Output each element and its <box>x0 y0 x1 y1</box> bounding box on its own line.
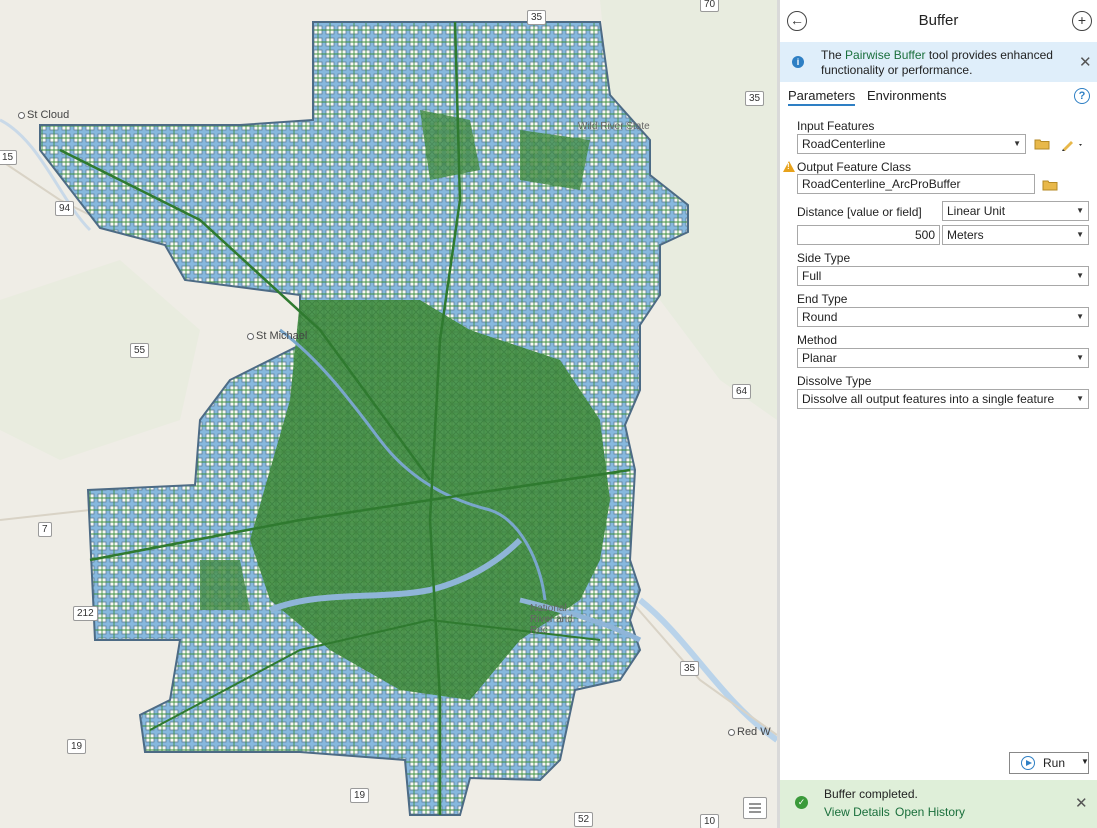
input-features-select[interactable]: RoadCenterline ▼ <box>797 134 1026 154</box>
park-label: Wild River State <box>578 121 650 132</box>
pairwise-buffer-link[interactable]: Pairwise Buffer <box>845 48 925 62</box>
chevron-down-icon: ▼ <box>1076 206 1084 215</box>
map-canvas[interactable] <box>0 0 777 828</box>
status-banner: ✓ Buffer completed. View Details Open Hi… <box>780 780 1097 828</box>
chevron-down-icon: ▼ <box>1076 230 1084 239</box>
highway-shield: 64 <box>732 384 752 399</box>
folder-icon[interactable] <box>1034 138 1050 150</box>
view-details-link[interactable]: View Details <box>824 805 890 819</box>
end-type-label: End Type <box>797 292 848 306</box>
info-icon: i <box>792 56 804 68</box>
distance-label: Distance [value or field] <box>797 205 922 219</box>
dissolve-type-label: Dissolve Type <box>797 374 872 388</box>
close-icon[interactable]: ✕ <box>1075 794 1088 812</box>
tool-title: Buffer <box>918 12 959 29</box>
highway-shield: 7 <box>38 522 52 537</box>
checkmark-icon: ✓ <box>795 796 808 809</box>
status-message: Buffer completed. <box>824 787 918 801</box>
pane-header: ← Buffer + <box>780 0 1097 42</box>
highway-shield: 212 <box>73 606 98 621</box>
folder-icon[interactable] <box>1042 179 1058 191</box>
info-banner: i The Pairwise Buffer tool provides enha… <box>780 42 1097 82</box>
chevron-down-icon: ▼ <box>1013 139 1021 148</box>
tab-bar: Parameters Environments ? <box>780 86 1097 108</box>
highway-shield: 94 <box>55 201 75 216</box>
highway-shield: 10 <box>700 814 720 828</box>
highway-shield: 52 <box>574 812 594 827</box>
chevron-down-icon: ▼ <box>1076 271 1084 280</box>
highway-shield: 19 <box>67 739 87 754</box>
highway-shield: 35 <box>745 91 765 106</box>
map-view[interactable]: St Cloud St Michael Red W Wild River Sta… <box>0 0 777 828</box>
geoprocessing-pane: ← Buffer + i The Pairwise Buffer tool pr… <box>780 0 1097 828</box>
tab-environments[interactable]: Environments <box>867 88 946 103</box>
town-label: St Cloud <box>18 109 69 121</box>
highway-shield: 35 <box>527 10 547 25</box>
chevron-down-icon: ▼ <box>1076 312 1084 321</box>
map-legend-icon[interactable] <box>743 797 767 819</box>
distance-mode-select[interactable]: Linear Unit ▼ <box>942 201 1089 221</box>
highway-shield: 70 <box>700 0 720 12</box>
chevron-down-icon: ▼ <box>1076 353 1084 362</box>
highway-shield: 19 <box>350 788 370 803</box>
town-label: Red W <box>728 726 771 738</box>
town-label: St Michael <box>247 330 307 342</box>
input-features-label: Input Features <box>797 119 875 133</box>
method-label: Method <box>797 333 838 347</box>
method-select[interactable]: Planar ▼ <box>797 348 1089 368</box>
run-button[interactable]: Run ▼ <box>1009 752 1089 774</box>
output-class-label: Output Feature Class <box>797 160 912 174</box>
distance-value-field[interactable]: 500 <box>797 225 940 245</box>
warning-icon: ! <box>783 161 795 172</box>
close-icon[interactable]: ✕ <box>1079 53 1092 71</box>
chevron-down-icon[interactable]: ▼ <box>1081 757 1089 766</box>
chevron-down-icon: ▼ <box>1076 394 1084 403</box>
play-icon <box>1021 756 1035 770</box>
help-icon[interactable]: ? <box>1074 88 1090 104</box>
open-history-link[interactable]: Open History <box>895 805 965 819</box>
side-type-label: Side Type <box>797 251 851 265</box>
highway-shield: 35 <box>680 661 700 676</box>
distance-unit-select[interactable]: Meters ▼ <box>942 225 1089 245</box>
highway-shield: 55 <box>130 343 150 358</box>
output-class-field[interactable]: RoadCenterline_ArcProBuffer <box>797 174 1035 194</box>
highway-shield: 15 <box>0 150 18 165</box>
park-label: National River and Rec <box>530 603 573 636</box>
tab-parameters[interactable]: Parameters <box>788 88 856 106</box>
plus-icon[interactable]: + <box>1072 11 1092 31</box>
dissolve-type-select[interactable]: Dissolve all output features into a sing… <box>797 389 1089 409</box>
pencil-icon[interactable] <box>1061 137 1085 151</box>
end-type-select[interactable]: Round ▼ <box>797 307 1089 327</box>
side-type-select[interactable]: Full ▼ <box>797 266 1089 286</box>
